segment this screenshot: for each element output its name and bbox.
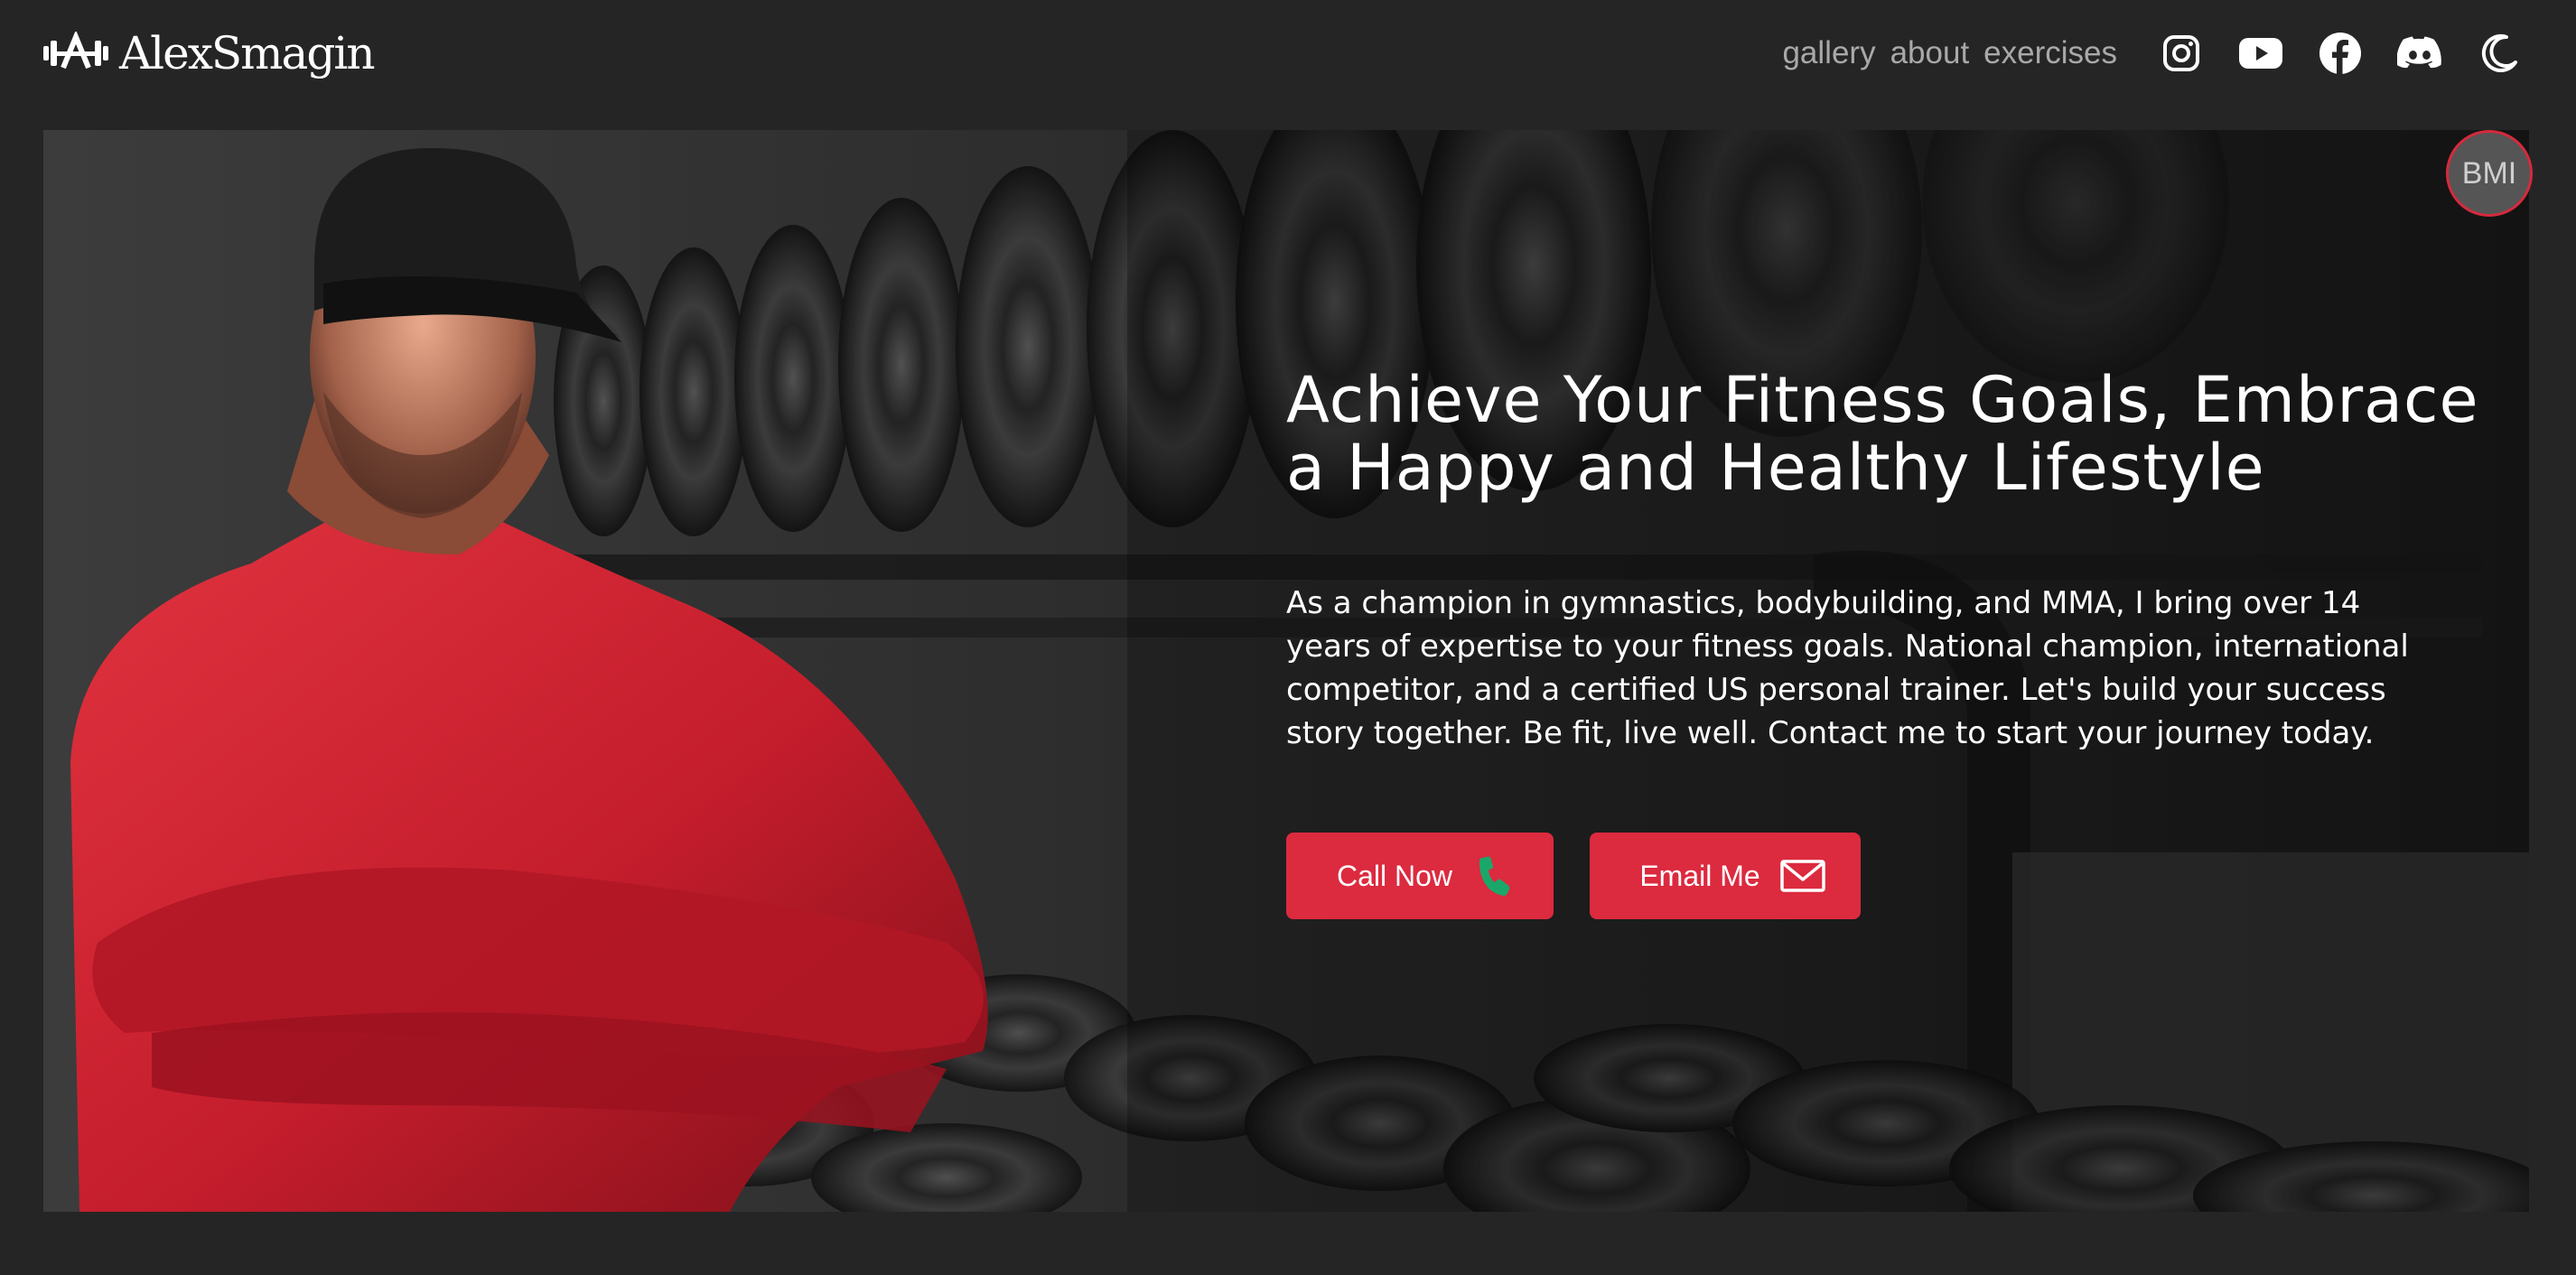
nav-link-about[interactable]: about	[1890, 35, 1970, 71]
email-me-button[interactable]: Email Me	[1590, 833, 1861, 919]
site-header: AlexSmagin gallery about exercises	[0, 0, 2576, 126]
bmi-button[interactable]: BMI	[2446, 130, 2533, 217]
youtube-icon[interactable]	[2238, 31, 2283, 76]
envelope-icon	[1779, 853, 1825, 898]
instagram-icon[interactable]	[2159, 31, 2204, 76]
hero-description: As a champion in gymnastics, bodybuildin…	[1286, 585, 2409, 751]
brand-name: AlexSmagin	[119, 27, 376, 79]
email-me-label: Email Me	[1639, 859, 1760, 892]
nav-link-gallery[interactable]: gallery	[1782, 35, 1875, 71]
call-now-button[interactable]: Call Now	[1286, 833, 1554, 919]
hero-content: Achieve Your Fitness Goals, Embrace a Ha…	[1286, 367, 2487, 919]
discord-icon[interactable]	[2397, 31, 2442, 76]
main-nav: gallery about exercises	[1782, 31, 2522, 76]
hero-title: Achieve Your Fitness Goals, Embrace a Ha…	[1286, 363, 2479, 505]
hero-section: Achieve Your Fitness Goals, Embrace a Ha…	[43, 130, 2529, 1212]
facebook-icon[interactable]	[2318, 31, 2363, 76]
nav-link-exercises[interactable]: exercises	[1983, 35, 2117, 71]
hero-actions: Call Now Email Me	[1286, 833, 2487, 919]
call-now-label: Call Now	[1336, 859, 1453, 892]
moon-icon[interactable]	[2477, 31, 2522, 76]
dumbbell-logo-icon	[43, 32, 108, 70]
phone-icon	[1472, 853, 1517, 898]
brand-logo[interactable]: AlexSmagin	[42, 27, 376, 79]
